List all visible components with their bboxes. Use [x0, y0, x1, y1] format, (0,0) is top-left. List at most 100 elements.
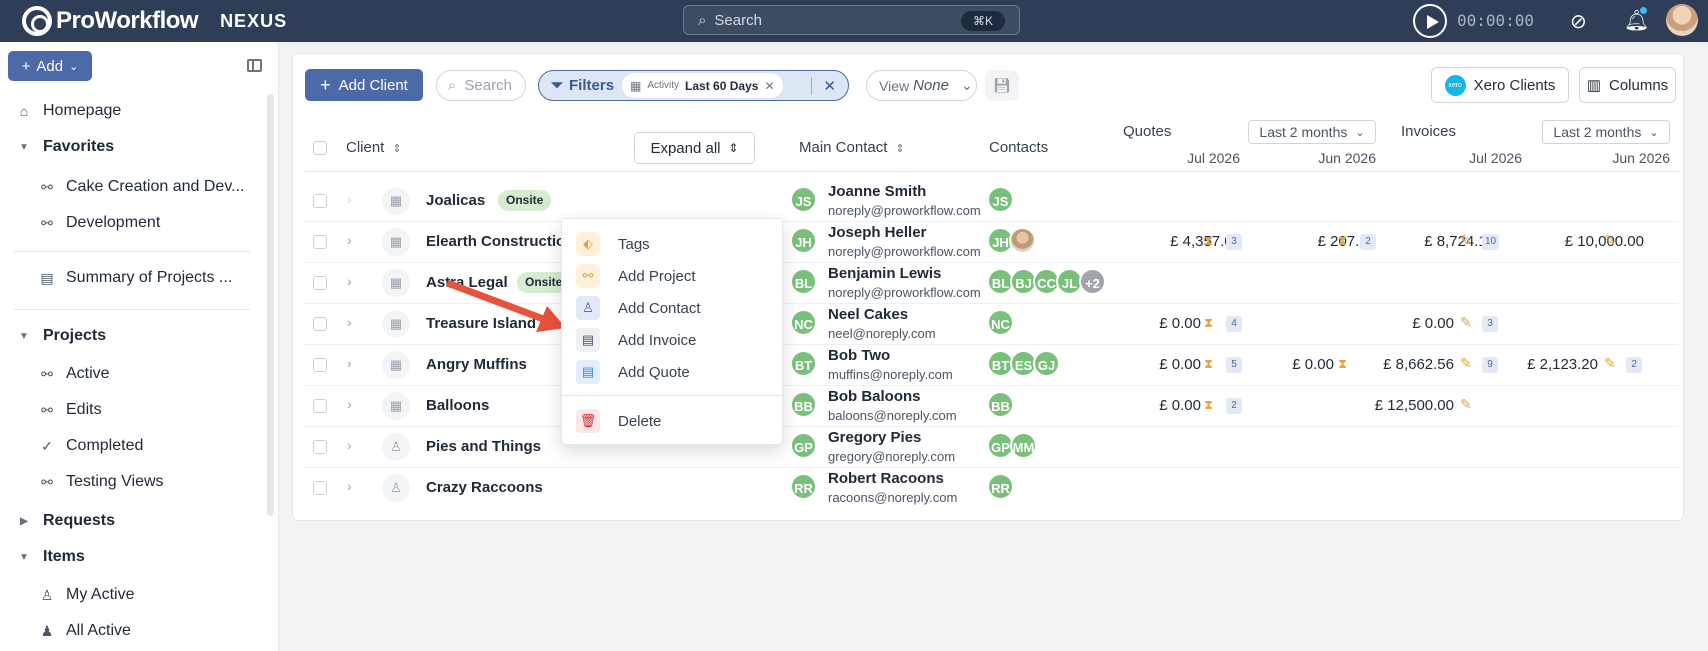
sidebar-item-development[interactable]: ⚯ Development	[37, 214, 160, 232]
menu-item-delete[interactable]: 🗑︎ Delete	[576, 406, 770, 436]
table-row[interactable]: › ▦ Angry Muffins BT Bob Two muffins@nor…	[304, 345, 1678, 386]
chevron-right-icon[interactable]: ›	[347, 396, 352, 412]
xero-clients-button[interactable]: xero Xero Clients	[1431, 67, 1569, 103]
main-contact-avatar[interactable]: NC	[790, 309, 817, 336]
global-search-input[interactable]: ⌕ Search ⌘K	[683, 5, 1020, 35]
main-contact-name[interactable]: Neel Cakes	[828, 306, 908, 323]
header-main-contact[interactable]: Main Contact ⇕	[799, 139, 905, 156]
contact-avatar[interactable]: NC	[987, 309, 1014, 336]
remove-filter-icon[interactable]: ✕	[764, 79, 774, 93]
invoice-amount-jul[interactable]: £ 12,500.00	[1364, 397, 1454, 414]
row-checkbox[interactable]	[313, 358, 327, 372]
row-checkbox[interactable]	[313, 399, 327, 413]
chevron-right-icon[interactable]: ›	[347, 478, 352, 494]
clear-filters-icon[interactable]: ✕	[823, 77, 836, 95]
client-name[interactable]: Elearth Construction	[426, 233, 574, 250]
sidebar-item-summary[interactable]: ▤ Summary of Projects ...	[37, 269, 232, 287]
chevron-right-icon[interactable]: ›	[347, 273, 352, 289]
quote-amount-jul[interactable]: £ 0.00	[1124, 397, 1201, 414]
sidebar-section-requests[interactable]: ▶ Requests	[14, 512, 115, 530]
row-checkbox[interactable]	[313, 481, 327, 495]
client-name[interactable]: Balloons	[426, 397, 489, 414]
main-contact-name[interactable]: Joanne Smith	[828, 183, 926, 200]
contact-photo-avatar[interactable]	[1009, 227, 1036, 254]
main-contact-name[interactable]: Bob Two	[828, 347, 890, 364]
table-row[interactable]: › ♙ Crazy Raccoons RR Robert Racoons rac…	[304, 468, 1678, 509]
more-contacts-badge[interactable]: +2	[1079, 268, 1106, 295]
main-contact-avatar[interactable]: BB	[790, 391, 817, 418]
main-contact-name[interactable]: Robert Racoons	[828, 470, 944, 487]
add-client-button[interactable]: + Add Client	[305, 69, 423, 101]
chevron-right-icon[interactable]: ›	[347, 314, 352, 330]
row-checkbox[interactable]	[313, 317, 327, 331]
row-checkbox[interactable]	[313, 276, 327, 290]
sidebar-item-edits[interactable]: ⚯ Edits	[37, 401, 101, 419]
invoice-amount-jun[interactable]: £ 10,000.00	[1526, 233, 1644, 250]
hide-eye-icon[interactable]: ⊘	[1570, 9, 1587, 34]
invoice-amount-jul[interactable]: £ 8,662.56	[1374, 356, 1454, 373]
main-contact-avatar[interactable]: JS	[790, 186, 817, 213]
contact-avatar[interactable]: MM	[1010, 432, 1037, 459]
collapse-sidebar-icon[interactable]	[247, 59, 262, 72]
sidebar-section-favorites[interactable]: ▼ Favorites	[14, 138, 114, 156]
menu-item-tags[interactable]: ⬖ Tags	[576, 229, 770, 259]
main-contact-avatar[interactable]: BT	[790, 350, 817, 377]
main-contact-avatar[interactable]: BL	[790, 268, 817, 295]
client-name[interactable]: Joalicas	[426, 192, 485, 209]
sidebar-item-completed[interactable]: ✓ Completed	[37, 437, 143, 455]
filters-button[interactable]: ⏷ Filters	[551, 77, 614, 94]
activity-filter-chip[interactable]: ▦ Activity Last 60 Days ✕	[622, 73, 783, 98]
chevron-right-icon[interactable]: ›	[347, 232, 352, 248]
chevron-right-icon[interactable]: ›	[347, 355, 352, 371]
main-contact-avatar[interactable]: GP	[790, 432, 817, 459]
sidebar-scrollbar[interactable]	[267, 94, 274, 516]
view-select[interactable]: View None ⌄	[866, 70, 977, 101]
select-all-checkbox[interactable]	[313, 141, 327, 155]
table-row[interactable]: › ▦ Elearth Construction JH Joseph Helle…	[304, 222, 1678, 263]
play-timer-button[interactable]	[1413, 4, 1447, 38]
save-view-icon[interactable]: 💾︎	[985, 70, 1019, 101]
sidebar-item-my-active[interactable]: ♙ My Active	[37, 586, 135, 604]
quote-amount-jul[interactable]: £ 0.00	[1124, 356, 1201, 373]
quotes-period-select[interactable]: Last 2 months ⌄	[1248, 120, 1376, 144]
invoice-amount-jun[interactable]: £ 2,123.20	[1516, 356, 1598, 373]
row-checkbox[interactable]	[313, 440, 327, 454]
main-contact-name[interactable]: Benjamin Lewis	[828, 265, 941, 282]
header-client[interactable]: Client ⇕	[346, 139, 402, 156]
quote-amount-jul[interactable]: £ 0.00	[1124, 315, 1201, 332]
contact-avatar[interactable]: BB	[987, 391, 1014, 418]
add-button[interactable]: + Add ⌄	[8, 51, 92, 81]
brand-logo[interactable]: ProWorkflow	[22, 6, 199, 36]
client-search-input[interactable]: ⌕ Search	[436, 70, 526, 101]
row-checkbox[interactable]	[313, 194, 327, 208]
main-contact-avatar[interactable]: JH	[790, 227, 817, 254]
quote-amount-jul[interactable]: £ 4,357.00	[1124, 233, 1241, 250]
sidebar-item-homepage[interactable]: ⌂ Homepage	[14, 102, 122, 120]
table-row[interactable]: › ▦ Joalicas Onsite JS Joanne Smith nore…	[304, 181, 1678, 222]
row-checkbox[interactable]	[313, 235, 327, 249]
chevron-right-icon[interactable]: ›	[347, 191, 352, 207]
columns-button[interactable]: ▥ Columns	[1579, 67, 1676, 103]
main-contact-name[interactable]: Gregory Pies	[828, 429, 921, 446]
main-contact-name[interactable]: Joseph Heller	[828, 224, 926, 241]
user-avatar[interactable]	[1666, 4, 1698, 36]
quote-amount-jun[interactable]: £ 0.00	[1272, 356, 1334, 373]
menu-item-add-invoice[interactable]: ▤ Add Invoice	[576, 325, 770, 355]
filters-bar[interactable]: ⏷ Filters ▦ Activity Last 60 Days ✕ ✕	[538, 70, 849, 101]
client-name[interactable]: Crazy Raccoons	[426, 479, 543, 496]
menu-item-add-project[interactable]: ⚯ Add Project	[576, 261, 770, 291]
sidebar-item-all-active[interactable]: ♟ All Active	[37, 622, 131, 640]
menu-item-add-contact[interactable]: ♙ Add Contact	[576, 293, 770, 323]
invoice-amount-jul[interactable]: £ 8,724.11	[1394, 233, 1494, 250]
sidebar-item-active[interactable]: ⚯ Active	[37, 365, 109, 383]
sidebar-item-cake-creation[interactable]: ⚯ Cake Creation and Dev...	[37, 178, 244, 196]
menu-item-add-quote[interactable]: ▤ Add Quote	[576, 357, 770, 387]
invoice-amount-jul[interactable]: £ 0.00	[1394, 315, 1454, 332]
expand-all-button[interactable]: Expand all ⇕	[634, 132, 755, 164]
client-name[interactable]: Pies and Things	[426, 438, 541, 455]
contact-avatar[interactable]: RR	[987, 473, 1014, 500]
table-row[interactable]: › ▦ Balloons BB Bob Baloons baloons@nore…	[304, 386, 1678, 427]
sidebar-section-projects[interactable]: ▼ Projects	[14, 327, 106, 345]
sidebar-section-items[interactable]: ▼ Items	[14, 548, 85, 566]
sidebar-item-testing-views[interactable]: ⚯ Testing Views	[37, 473, 163, 491]
